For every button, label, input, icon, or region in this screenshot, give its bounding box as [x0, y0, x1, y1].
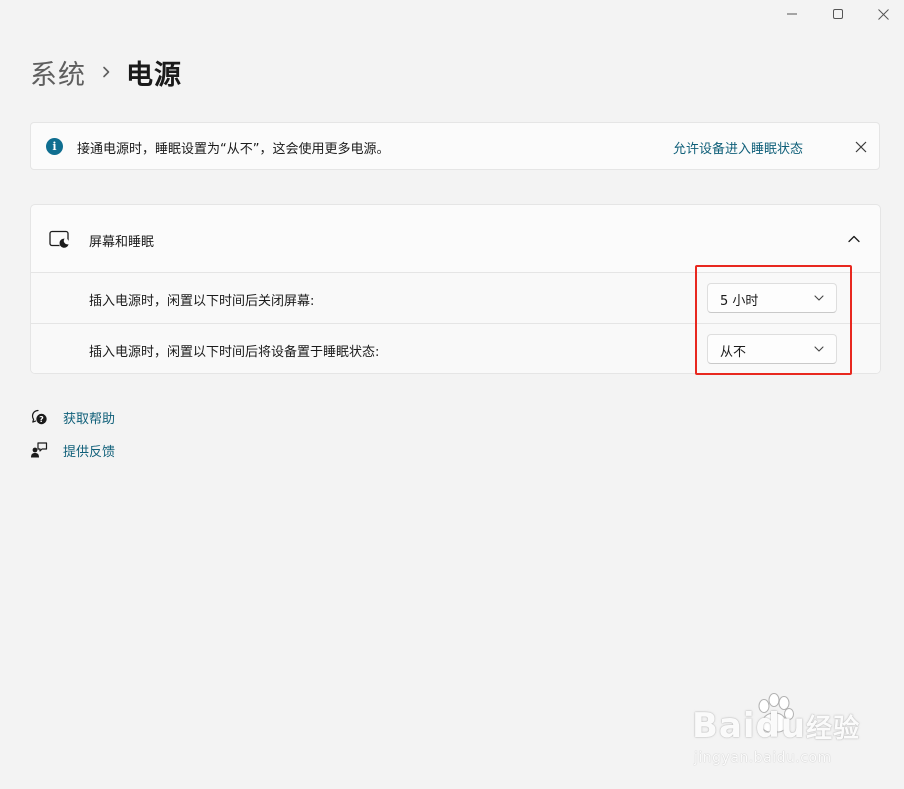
close-icon: [877, 8, 889, 20]
breadcrumb: 系统 电源: [30, 52, 182, 92]
give-feedback-text: 提供反馈: [63, 444, 116, 460]
screen-off-row: 插入电源时，闲置以下时间后关闭屏幕: 5 小时: [31, 272, 880, 323]
screen-sleep-icon: [49, 230, 71, 250]
give-feedback-link[interactable]: 提供反馈: [30, 440, 115, 460]
close-window-button[interactable]: [860, 0, 904, 28]
sleep-value: 从不: [720, 345, 747, 360]
screen-sleep-header[interactable]: 屏幕和睡眠: [31, 205, 880, 272]
paw-icon: [758, 693, 794, 733]
get-help-text: 获取帮助: [63, 411, 116, 427]
maximize-icon: [833, 9, 843, 19]
sleep-row: 插入电源时，闲置以下时间后将设备置于睡眠状态: 从不: [31, 323, 880, 373]
screen-sleep-title: 屏幕和睡眠: [89, 235, 155, 250]
minimize-icon: [787, 13, 797, 15]
sleep-dropdown[interactable]: 从不: [707, 334, 837, 364]
feedback-icon: [30, 441, 48, 459]
chevron-up-icon[interactable]: [846, 231, 862, 247]
help-icon: ?: [30, 408, 48, 426]
sleep-warning-infobar: i 接通电源时，睡眠设置为“从不”，这会使用更多电源。 允许设备进入睡眠状态: [30, 122, 880, 170]
sleep-label: 插入电源时，闲置以下时间后将设备置于睡眠状态:: [89, 345, 380, 360]
screen-sleep-card: 屏幕和睡眠 插入电源时，闲置以下时间后关闭屏幕: 5 小时 插入电源时，闲置以下…: [30, 204, 881, 374]
screen-off-value: 5 小时: [720, 294, 759, 309]
screen-off-label: 插入电源时，闲置以下时间后关闭屏幕:: [89, 294, 315, 309]
maximize-button[interactable]: [815, 0, 861, 28]
breadcrumb-parent-system[interactable]: 系统: [30, 53, 86, 92]
baidu-watermark: Baidu经验 jingyan.baidu.com: [690, 688, 860, 773]
infobar-message: 接通电源时，睡眠设置为“从不”，这会使用更多电源。: [77, 142, 390, 157]
watermark-url: jingyan.baidu.com: [694, 750, 832, 766]
watermark-brand: Baidu经验: [692, 706, 861, 746]
close-icon: [855, 141, 867, 153]
svg-text:?: ?: [39, 415, 44, 424]
dismiss-infobar-button[interactable]: [849, 135, 873, 159]
allow-sleep-link[interactable]: 允许设备进入睡眠状态: [673, 138, 803, 157]
chevron-down-icon: [814, 293, 824, 303]
info-icon: i: [46, 138, 63, 155]
get-help-link[interactable]: ? 获取帮助: [30, 407, 115, 427]
page-title: 电源: [126, 59, 182, 91]
chevron-down-icon: [814, 344, 824, 354]
minimize-button[interactable]: [769, 0, 815, 28]
screen-off-dropdown[interactable]: 5 小时: [707, 283, 837, 313]
chevron-right-icon: [86, 52, 126, 92]
settings-window: 系统 电源 i 接通电源时，睡眠设置为“从不”，这会使用更多电源。 允许设备进入…: [0, 0, 904, 789]
